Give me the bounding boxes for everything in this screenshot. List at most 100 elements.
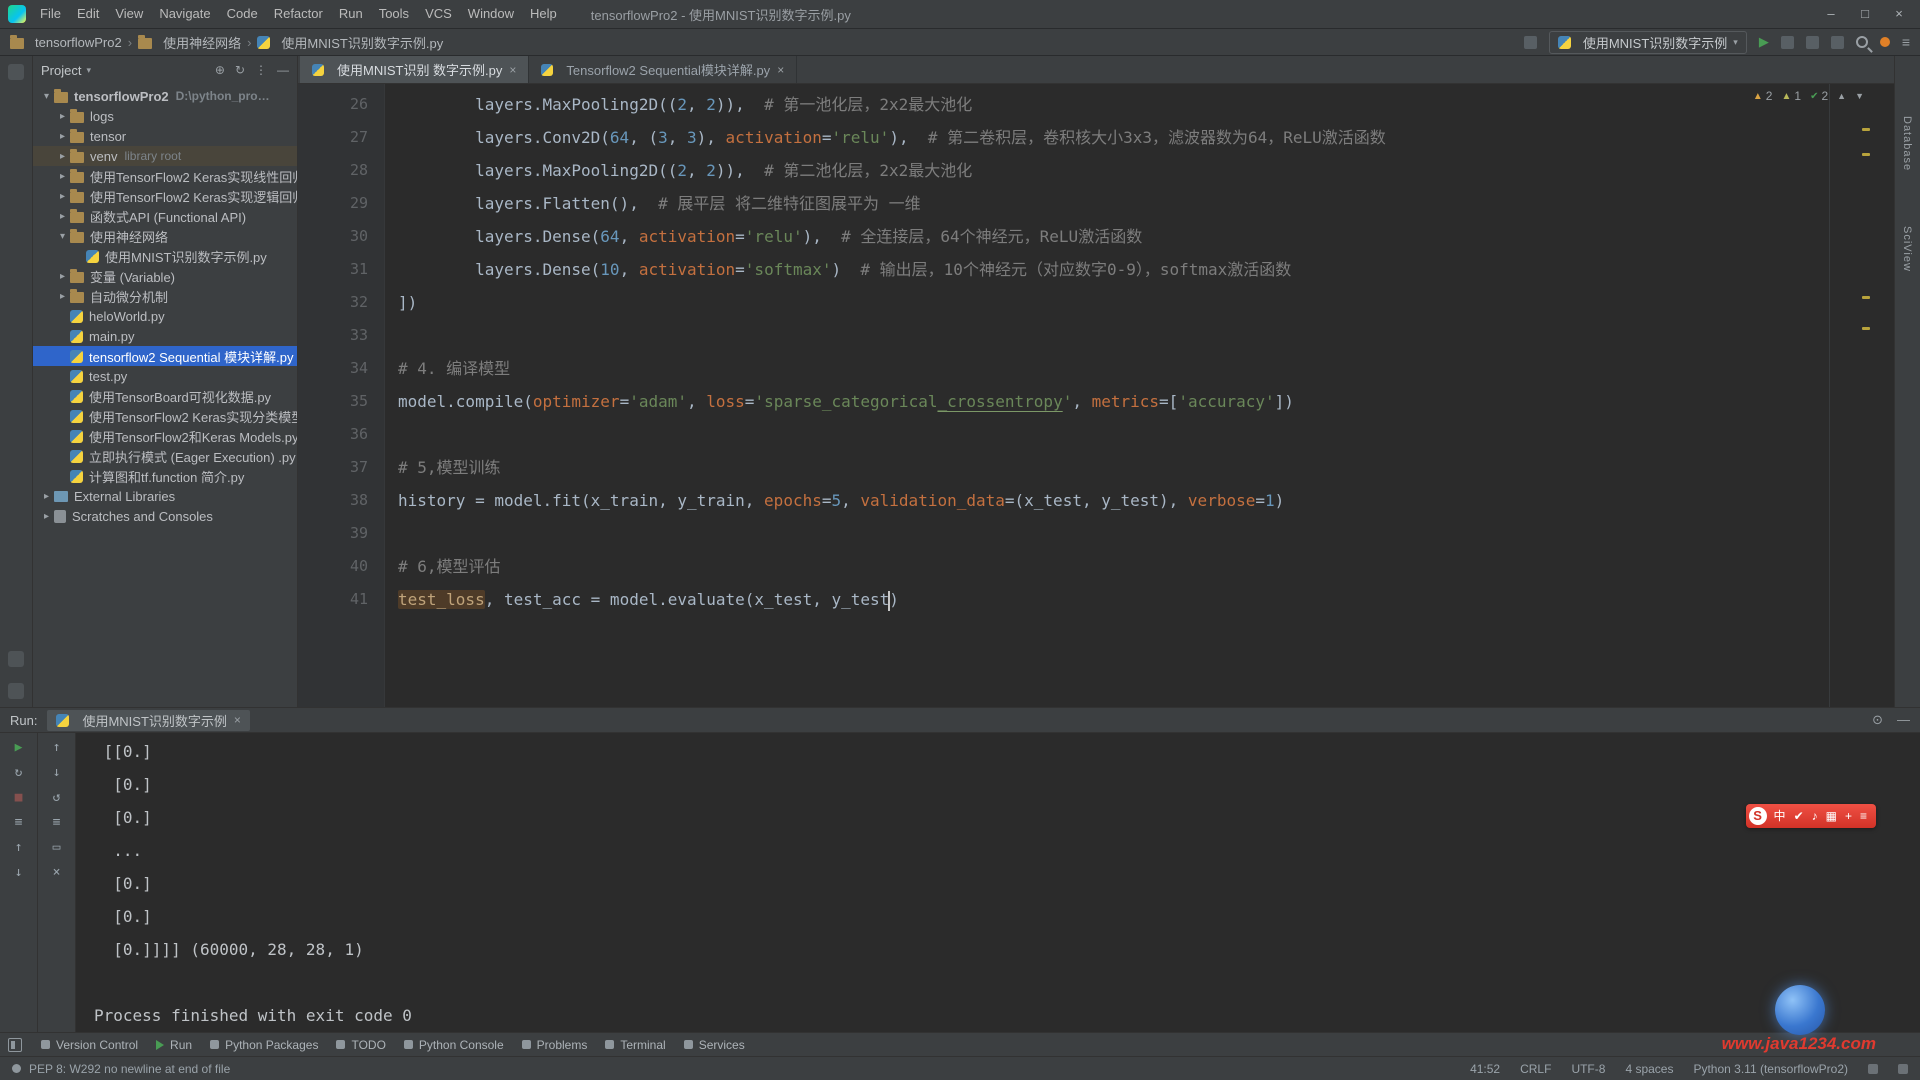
close-icon[interactable]: ×	[509, 63, 516, 77]
tree-item[interactable]: main.py	[33, 326, 297, 346]
run-toolbar-icon[interactable]: ▶	[15, 741, 23, 755]
menu-navigate[interactable]: Navigate	[151, 0, 218, 28]
sogou-logo-icon[interactable]: S	[1749, 807, 1767, 825]
run-toolbar-icon[interactable]: ≡	[53, 816, 61, 830]
tree-item[interactable]: ▾使用神经网络	[33, 226, 297, 246]
run-toolbar-icon[interactable]: ↓	[15, 866, 23, 880]
menu-file[interactable]: File	[32, 0, 69, 28]
line-ending-indicator[interactable]: CRLF	[1520, 1062, 1551, 1076]
profiler-button[interactable]	[1831, 36, 1844, 49]
tree-item[interactable]: ▸tensor	[33, 126, 297, 146]
ime-toolbar[interactable]: S 中 ✔ ♪ ▦ + ≡	[1746, 804, 1876, 828]
tool-window-button-run[interactable]: Run	[147, 1033, 201, 1056]
ime-toolbar-icon[interactable]: ♪	[1812, 805, 1818, 827]
run-header-icon[interactable]: —	[1897, 712, 1910, 728]
prev-problem-icon[interactable]: ▲	[1837, 91, 1846, 101]
run-tab[interactable]: 使用MNIST识别数字示例 ×	[47, 710, 249, 731]
tree-chevron-icon[interactable]: ▾	[39, 91, 54, 102]
line-number[interactable]: 31	[298, 253, 384, 286]
menu-run[interactable]: Run	[331, 0, 371, 28]
run-console-output[interactable]: [[0.] [0.] [0.] ... [0.] [0.] [0.]]]] (6…	[76, 733, 1920, 1032]
indent-indicator[interactable]: 4 spaces	[1625, 1062, 1673, 1076]
tree-item[interactable]: ▾tensorflowPro2D:\python_pro…	[33, 86, 297, 106]
run-toolbar-icon[interactable]: ↺	[53, 791, 61, 805]
line-number[interactable]: 26	[298, 88, 384, 121]
tree-chevron-icon[interactable]: ▸	[55, 151, 70, 162]
tree-item[interactable]: 使用MNIST识别数字示例.py	[33, 246, 297, 266]
line-number[interactable]: 39	[298, 517, 384, 550]
run-toolbar-icon[interactable]: ▭	[53, 841, 61, 855]
menu-edit[interactable]: Edit	[69, 0, 107, 28]
line-number[interactable]: 35	[298, 385, 384, 418]
tree-item[interactable]: 使用TensorFlow2和Keras Models.py	[33, 426, 297, 446]
line-number[interactable]: 32	[298, 286, 384, 319]
run-header-icon[interactable]: ⊙	[1872, 712, 1883, 728]
ime-toolbar-icon[interactable]: 中	[1774, 805, 1786, 827]
line-number[interactable]: 28	[298, 154, 384, 187]
tool-window-button-todo[interactable]: TODO	[327, 1033, 394, 1056]
code-editor[interactable]: 26 layers.MaxPooling2D((2, 2)), # 第一池化层，…	[298, 84, 1894, 707]
ime-toolbar-icon[interactable]: ✔	[1794, 805, 1804, 827]
next-problem-icon[interactable]: ▼	[1855, 91, 1864, 101]
line-number[interactable]: 40	[298, 550, 384, 583]
menu-view[interactable]: View	[107, 0, 151, 28]
interpreter-indicator[interactable]: Python 3.11 (tensorflowPro2)	[1693, 1062, 1848, 1076]
line-number[interactable]: 37	[298, 451, 384, 484]
tree-chevron-icon[interactable]: ▸	[55, 171, 70, 182]
ime-toolbar-icon[interactable]: ▦	[1826, 805, 1837, 827]
inspections-widget[interactable]: ▲2▲1✔2▲▼	[1753, 89, 1864, 103]
ime-toolbar-icon[interactable]: +	[1845, 805, 1852, 827]
breadcrumb-item[interactable]: tensorflowPro2	[10, 35, 122, 50]
tool-window-button-services[interactable]: Services	[675, 1033, 754, 1056]
tool-window-button-python-packages[interactable]: Python Packages	[201, 1033, 327, 1056]
error-stripe-mark[interactable]	[1862, 296, 1870, 299]
run-toolbar-icon[interactable]: ↑	[15, 841, 23, 855]
breadcrumb-item[interactable]: 使用MNIST识别数字示例.py	[257, 33, 443, 52]
tree-chevron-icon[interactable]: ▸	[55, 131, 70, 142]
menu-tools[interactable]: Tools	[371, 0, 417, 28]
line-number[interactable]: 38	[298, 484, 384, 517]
tree-chevron-icon[interactable]: ▾	[55, 231, 70, 242]
line-number[interactable]: 34	[298, 352, 384, 385]
run-toolbar-icon[interactable]: ■	[15, 791, 23, 805]
coverage-button[interactable]	[1806, 36, 1819, 49]
tree-chevron-icon[interactable]: ▸	[39, 511, 54, 522]
run-toolbar-icon[interactable]: ×	[53, 866, 61, 880]
error-stripe-mark[interactable]	[1862, 327, 1870, 330]
run-toolbar-icon[interactable]: ≡	[15, 816, 23, 830]
project-tool-icon[interactable]	[8, 64, 24, 80]
tool-window-switcher-icon[interactable]	[8, 1038, 22, 1052]
close-button[interactable]: ×	[1884, 1, 1914, 27]
project-header-icon[interactable]: ⋮	[255, 63, 267, 77]
tree-item[interactable]: 使用TensorBoard可视化数据.py	[33, 386, 297, 406]
tree-item[interactable]: 立即执行模式 (Eager Execution) .py	[33, 446, 297, 466]
breadcrumb-item[interactable]: 使用神经网络	[138, 33, 241, 52]
tree-chevron-icon[interactable]: ▸	[55, 211, 70, 222]
tree-chevron-icon[interactable]: ▸	[39, 491, 54, 502]
run-toolbar-icon[interactable]: ↻	[15, 766, 23, 780]
tree-chevron-icon[interactable]: ▸	[55, 111, 70, 122]
right-stripe-label[interactable]: SciView	[1901, 226, 1913, 272]
structure-tool-icon[interactable]	[8, 651, 24, 667]
tool-window-button-version-control[interactable]: Version Control	[32, 1033, 147, 1056]
tree-item[interactable]: ▸变量 (Variable)	[33, 266, 297, 286]
minimize-button[interactable]: –	[1816, 1, 1846, 27]
menu-help[interactable]: Help	[522, 0, 565, 28]
tree-item[interactable]: ▸自动微分机制	[33, 286, 297, 306]
tree-item[interactable]: 使用TensorFlow2 Keras实现分类模型.py	[33, 406, 297, 426]
menu-refactor[interactable]: Refactor	[266, 0, 331, 28]
tree-chevron-icon[interactable]: ▸	[55, 271, 70, 282]
caret-position-indicator[interactable]: 41:52	[1470, 1062, 1500, 1076]
notifications-icon[interactable]	[1898, 1064, 1908, 1074]
menu-code[interactable]: Code	[219, 0, 266, 28]
floating-assistant-ball[interactable]	[1775, 985, 1825, 1035]
tool-window-button-python-console[interactable]: Python Console	[395, 1033, 513, 1056]
close-icon[interactable]: ×	[234, 713, 241, 727]
encoding-indicator[interactable]: UTF-8	[1571, 1062, 1605, 1076]
tool-window-button-problems[interactable]: Problems	[513, 1033, 597, 1056]
line-number[interactable]: 33	[298, 319, 384, 352]
ime-toolbar-icon[interactable]: ≡	[1860, 805, 1867, 827]
tree-item[interactable]: test.py	[33, 366, 297, 386]
tree-item[interactable]: ▸函数式API (Functional API)	[33, 206, 297, 226]
maximize-button[interactable]: □	[1850, 1, 1880, 27]
